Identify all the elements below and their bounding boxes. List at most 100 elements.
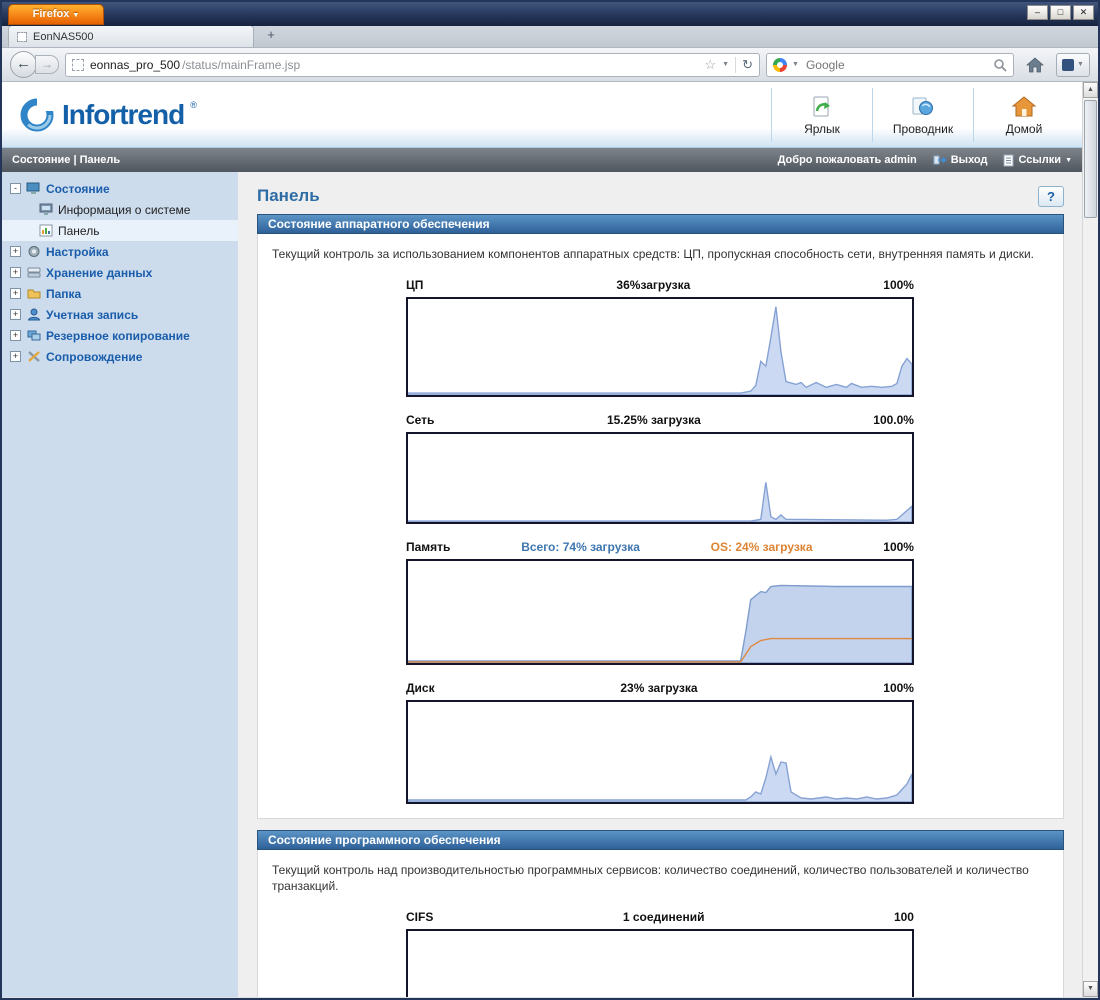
backup-icon xyxy=(26,329,41,343)
welcome-text: Добро пожаловать admin xyxy=(778,154,917,166)
cpu-chart xyxy=(406,297,914,397)
sidebar-item-dashboard[interactable]: Панель xyxy=(2,220,238,241)
disk-chart-title: Диск xyxy=(406,681,435,695)
software-section-header: Состояние программного обеспечения xyxy=(257,830,1064,850)
search-magnifier-icon[interactable] xyxy=(993,58,1007,72)
search-input[interactable] xyxy=(804,57,988,73)
search-bar[interactable]: ▼ xyxy=(766,53,1014,77)
panel-icon xyxy=(1062,59,1074,71)
home-page-button[interactable]: Домой xyxy=(973,88,1074,142)
scroll-down-button[interactable]: ▼ xyxy=(1083,981,1098,997)
sidebar-item-maintenance-label: Сопровождение xyxy=(46,350,142,364)
disk-chart-block: Диск 23% загрузка 100% xyxy=(406,677,914,804)
shortcut-icon xyxy=(809,95,835,119)
scroll-up-button[interactable]: ▲ xyxy=(1083,82,1098,98)
sidebar-item-settings[interactable]: + Настройка xyxy=(2,241,238,262)
shortcut-label: Ярлык xyxy=(804,122,840,136)
sidebar-item-system-info-label: Информация о системе xyxy=(58,203,190,217)
cifs-chart-max: 100 xyxy=(894,910,914,924)
explorer-button[interactable]: Проводник xyxy=(872,88,973,142)
sidebar-item-system-info[interactable]: Информация о системе xyxy=(2,199,238,220)
url-dropdown-icon[interactable]: ▼ xyxy=(722,61,729,68)
breadcrumb-bar: Состояние | Панель Добро пожаловать admi… xyxy=(2,148,1082,172)
disk-chart xyxy=(406,700,914,804)
software-description: Текущий контроль над производительностью… xyxy=(258,850,1063,894)
sidebar-item-storage-label: Хранение данных xyxy=(46,266,152,280)
memory-chart xyxy=(406,559,914,665)
software-panel: Текущий контроль над производительностью… xyxy=(257,850,1064,997)
sidebar-navigation: - Состояние Информация о системе xyxy=(2,172,238,997)
expand-icon[interactable]: + xyxy=(10,309,21,320)
page-title: Панель xyxy=(257,186,320,206)
firefox-menu-button[interactable]: Firefox ▼ xyxy=(8,4,104,25)
explorer-label: Проводник xyxy=(893,122,953,136)
site-identity-icon[interactable] xyxy=(72,59,84,71)
memory-os-value: OS: 24% загрузка xyxy=(711,540,813,554)
logout-button[interactable]: Выход xyxy=(933,154,988,166)
forward-button[interactable]: → xyxy=(35,55,59,74)
web-page: Infortrend ® Ярлык xyxy=(2,82,1082,997)
tab-title: EonNAS500 xyxy=(33,31,94,43)
expand-icon[interactable]: + xyxy=(10,267,21,278)
google-engine-icon[interactable] xyxy=(773,58,787,72)
network-chart-value: 15.25% загрузка xyxy=(607,413,701,427)
page-scrollbar[interactable]: ▲ ▼ xyxy=(1082,82,1098,997)
system-info-icon xyxy=(38,203,53,217)
url-bar[interactable]: eonnas_pro_500/status/mainFrame.jsp ☆ ▼ … xyxy=(65,53,760,77)
cpu-chart-value: 36%загрузка xyxy=(616,278,690,292)
expand-icon[interactable]: + xyxy=(10,330,21,341)
collapse-icon[interactable]: - xyxy=(10,183,21,194)
status-icon xyxy=(26,182,41,196)
content-area: Панель ? Состояние аппаратного обеспечен… xyxy=(238,172,1082,997)
search-engine-dropdown-icon[interactable]: ▼ xyxy=(792,61,799,68)
url-host: eonnas_pro_500 xyxy=(90,58,180,72)
sidebar-item-maintenance[interactable]: + Сопровождение xyxy=(2,346,238,367)
shortcut-button[interactable]: Ярлык xyxy=(771,88,872,142)
home-button[interactable] xyxy=(1020,53,1050,77)
expand-icon[interactable]: + xyxy=(10,246,21,257)
sidebar-item-account-label: Учетная запись xyxy=(46,308,138,322)
cpu-chart-max: 100% xyxy=(883,278,914,292)
minimize-button[interactable]: – xyxy=(1027,5,1048,20)
url-separator xyxy=(735,57,736,73)
links-menu-button[interactable]: Ссылки ▼ xyxy=(1003,154,1072,167)
title-bar: Firefox ▼ – □ ✕ xyxy=(2,2,1098,26)
infortrend-swirl-icon xyxy=(18,96,56,134)
bookmark-star-icon[interactable]: ☆ xyxy=(705,57,717,73)
new-tab-button[interactable]: + xyxy=(258,27,284,45)
sidebar-item-status[interactable]: - Состояние xyxy=(2,178,238,199)
firefox-menu-label: Firefox xyxy=(33,8,70,20)
close-button[interactable]: ✕ xyxy=(1073,5,1094,20)
network-chart-title: Сеть xyxy=(406,413,434,427)
memory-chart-block: Память Всего: 74% загрузка OS: 24% загру… xyxy=(406,536,914,665)
back-button[interactable]: ← xyxy=(10,51,37,78)
browser-window: Firefox ▼ – □ ✕ EonNAS500 + ← → eonnas_p… xyxy=(0,0,1100,1000)
logout-label: Выход xyxy=(951,154,988,166)
cpu-chart-title: ЦП xyxy=(406,278,423,292)
expand-icon[interactable]: + xyxy=(10,288,21,299)
sidebar-item-settings-label: Настройка xyxy=(46,245,109,259)
brand-registered-mark: ® xyxy=(190,100,197,110)
reload-icon[interactable]: ↻ xyxy=(742,57,753,73)
home-page-label: Домой xyxy=(1006,122,1043,136)
cifs-chart-value: 1 соединений xyxy=(623,910,705,924)
tab-bar: EonNAS500 + xyxy=(2,26,1098,48)
hardware-description: Текущий контроль за использованием компо… xyxy=(258,234,1063,262)
sidebar-item-folder[interactable]: + Папка xyxy=(2,283,238,304)
memory-total-value: Всего: 74% загрузка xyxy=(521,540,640,554)
cifs-chart xyxy=(406,929,914,997)
maximize-button[interactable]: □ xyxy=(1050,5,1071,20)
sidebar-item-storage[interactable]: + Хранение данных xyxy=(2,262,238,283)
hardware-section-header: Состояние аппаратного обеспечения xyxy=(257,214,1064,234)
scrollbar-thumb[interactable] xyxy=(1084,100,1097,218)
tab-eonnas500[interactable]: EonNAS500 xyxy=(8,25,254,47)
hardware-panel: Текущий контроль за использованием компо… xyxy=(257,234,1064,819)
network-chart-block: Сеть 15.25% загрузка 100.0% xyxy=(406,409,914,524)
browser-viewport: Infortrend ® Ярлык xyxy=(2,82,1098,997)
sidebar-item-account[interactable]: + Учетная запись xyxy=(2,304,238,325)
help-button[interactable]: ? xyxy=(1038,186,1064,207)
expand-icon[interactable]: + xyxy=(10,351,21,362)
links-dropdown-icon: ▼ xyxy=(1065,157,1072,164)
sidebar-item-backup[interactable]: + Резервное копирование xyxy=(2,325,238,346)
bookmarks-panel-button[interactable]: ▼ xyxy=(1056,53,1090,77)
